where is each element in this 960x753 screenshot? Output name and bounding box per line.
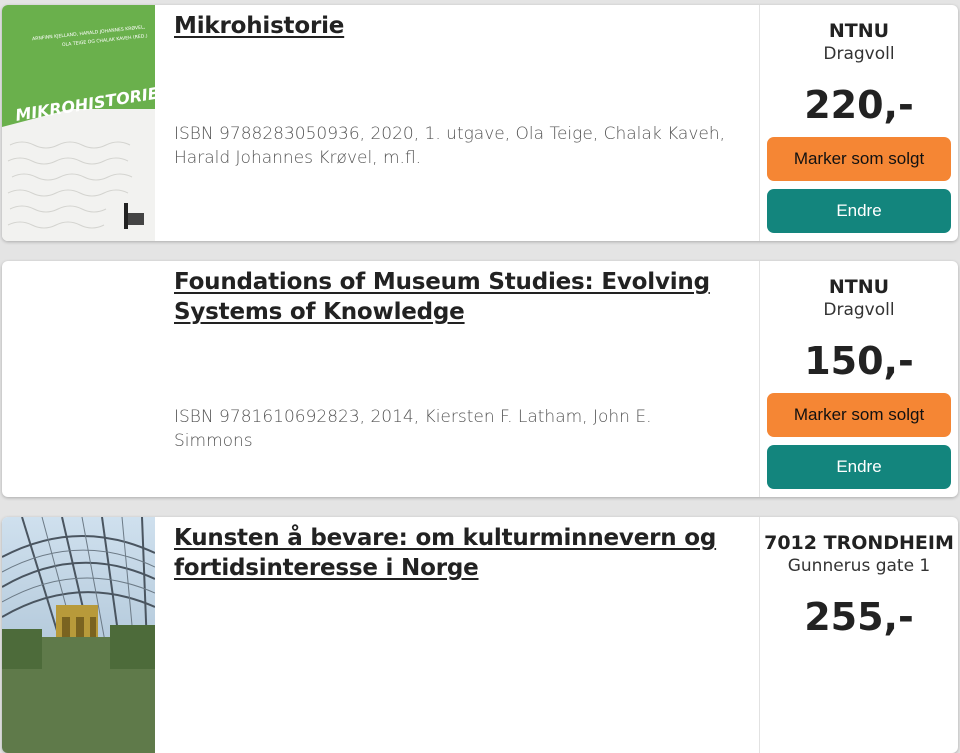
listing-sidebar: NTNU Dragvoll 220,- Marker som solgt End… [759, 5, 958, 241]
mark-as-sold-button[interactable]: Marker som solgt [767, 137, 951, 181]
listing-card: Kunsten å bevare: om kulturminnevern og … [2, 517, 958, 753]
book-cover-placeholder [2, 261, 155, 497]
listing-meta: ISBN 9781610692823, 2014, Kiersten F. La… [174, 407, 652, 451]
listing-title[interactable]: Kunsten å bevare: om kulturminnevern og … [174, 523, 744, 583]
book-cover-image[interactable] [2, 517, 155, 753]
location-name: NTNU [828, 276, 890, 298]
mark-as-sold-button[interactable]: Marker som solgt [767, 393, 951, 437]
listing-card: ARNFINN KJELLAND, HARALD JOHANNES KRØVEL… [2, 5, 958, 241]
location-detail: Gunnerus gate 1 [787, 556, 931, 576]
edit-button[interactable]: Endre [767, 189, 951, 233]
listing-card: Foundations of Museum Studies: Evolving … [2, 261, 958, 497]
book-cover-image[interactable]: ARNFINN KJELLAND, HARALD JOHANNES KRØVEL… [2, 5, 155, 241]
listing-title[interactable]: Mikrohistorie [174, 11, 744, 41]
listing-sidebar: 7012 TRONDHEIM Gunnerus gate 1 255,- [759, 517, 958, 753]
location-detail: Dragvoll [823, 300, 895, 320]
location-detail: Dragvoll [823, 44, 895, 64]
price: 220,- [804, 83, 914, 127]
location-name: NTNU [828, 20, 890, 42]
listing-list: ARNFINN KJELLAND, HARALD JOHANNES KRØVEL… [0, 0, 960, 753]
edit-button[interactable]: Endre [767, 445, 951, 489]
location-name: 7012 TRONDHEIM [764, 532, 954, 554]
listing-title[interactable]: Foundations of Museum Studies: Evolving … [174, 267, 744, 327]
price: 255,- [804, 595, 914, 639]
listing-sidebar: NTNU Dragvoll 150,- Marker som solgt End… [759, 261, 958, 497]
listing-meta: ISBN 9788283050936, 2020, 1. utgave, Ola… [174, 124, 726, 168]
price: 150,- [804, 339, 914, 383]
